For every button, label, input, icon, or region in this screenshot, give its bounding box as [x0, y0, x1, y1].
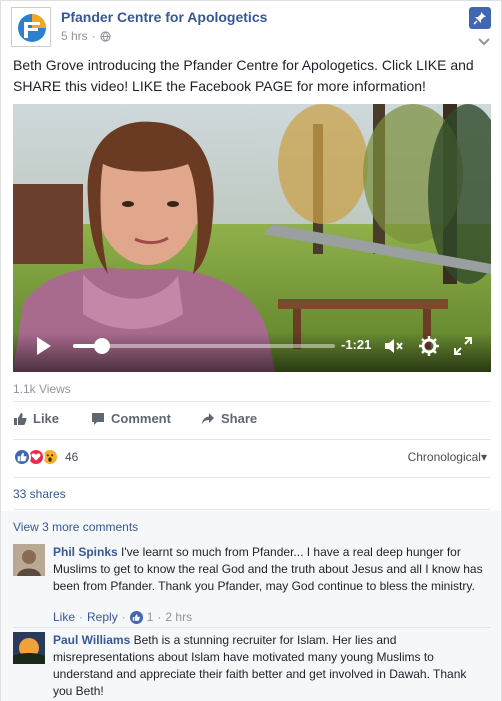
comment-sort-dropdown[interactable]: Chronological▾	[408, 450, 487, 464]
pin-button[interactable]	[469, 7, 491, 29]
page-name-link[interactable]: Pfander Centre for Apologetics	[61, 9, 267, 25]
view-more-comments-link[interactable]: View 3 more comments	[13, 520, 138, 534]
comments-section: View 3 more comments Phil Spinks I've le…	[1, 511, 501, 701]
comment-like-link[interactable]: Like	[53, 610, 75, 624]
post-time[interactable]: 5 hrs	[61, 29, 88, 43]
play-icon[interactable]	[35, 336, 53, 356]
thumbs-up-icon	[14, 412, 27, 425]
video-time-remaining: -1:21	[341, 337, 372, 352]
like-label: Like	[33, 411, 60, 426]
divider	[13, 401, 491, 402]
settings-gear-icon[interactable]	[418, 335, 440, 357]
like-button[interactable]: Like	[13, 411, 59, 426]
divider	[13, 477, 491, 478]
like-reaction-icon	[129, 610, 143, 624]
avatar[interactable]	[13, 632, 45, 664]
post-meta: 5 hrs ·	[61, 29, 111, 43]
comment-button[interactable]: Comment	[91, 411, 171, 426]
video-player[interactable]: -1:21	[13, 104, 491, 372]
video-seek-handle[interactable]	[93, 338, 110, 354]
divider	[13, 439, 491, 440]
divider	[13, 627, 491, 628]
divider	[13, 509, 491, 510]
comment-author[interactable]: Paul Williams	[53, 633, 130, 647]
avatar-image	[13, 632, 45, 664]
page-avatar[interactable]	[11, 7, 51, 47]
comment-item: Phil Spinks I've learnt so much from Pfa…	[13, 544, 491, 624]
reaction-count: 46	[65, 450, 79, 464]
share-arrow-icon	[202, 412, 214, 424]
comment-text: I've learnt so much from Pfander... I ha…	[53, 545, 483, 593]
shares-link[interactable]: 33 shares	[13, 487, 66, 501]
dropdown-caret-icon: ▾	[480, 450, 487, 464]
comment-label: Comment	[111, 411, 171, 426]
meta-separator: ·	[91, 29, 96, 43]
video-views: 1.1k Views	[13, 382, 71, 396]
globe-icon	[100, 30, 111, 42]
avatar[interactable]	[13, 544, 45, 576]
share-button[interactable]: Share	[201, 411, 257, 426]
reactions-summary[interactable]: 46	[13, 448, 78, 466]
fullscreen-icon[interactable]	[453, 336, 473, 356]
volume-icon[interactable]	[383, 336, 405, 356]
comment-reply-link[interactable]: Reply	[87, 610, 118, 624]
pin-icon	[473, 12, 486, 25]
meta-separator: ·	[157, 610, 162, 624]
comment-author[interactable]: Phil Spinks	[53, 545, 118, 559]
meta-separator: ·	[121, 610, 126, 624]
like-reaction-icon	[13, 448, 31, 466]
comment-body: Paul Williams Beth is a stunning recruit…	[53, 632, 489, 700]
post-actions: Like Comment Share	[13, 411, 491, 433]
post-options-chevron-icon[interactable]	[475, 35, 493, 49]
share-label: Share	[221, 411, 258, 426]
comment-like-count[interactable]: 1	[147, 610, 154, 624]
video-seek-bar[interactable]	[73, 338, 335, 354]
meta-separator: ·	[79, 610, 84, 624]
comment-item: Paul Williams Beth is a stunning recruit…	[13, 632, 491, 700]
post-text: Beth Grove introducing the Pfander Centr…	[13, 57, 474, 94]
comment-time[interactable]: 2 hrs	[165, 610, 192, 624]
post-card: Pfander Centre for Apologetics 5 hrs · B…	[0, 0, 502, 701]
post-header: Pfander Centre for Apologetics 5 hrs ·	[11, 7, 491, 47]
page-logo-icon	[18, 14, 46, 42]
comment-sort-label: Chronological	[407, 450, 481, 464]
comment-meta: Like · Reply · 1 · 2 hrs	[53, 610, 192, 624]
comment-body: Phil Spinks I've learnt so much from Pfa…	[53, 544, 489, 595]
comment-icon	[92, 412, 104, 425]
avatar-image	[13, 544, 45, 576]
